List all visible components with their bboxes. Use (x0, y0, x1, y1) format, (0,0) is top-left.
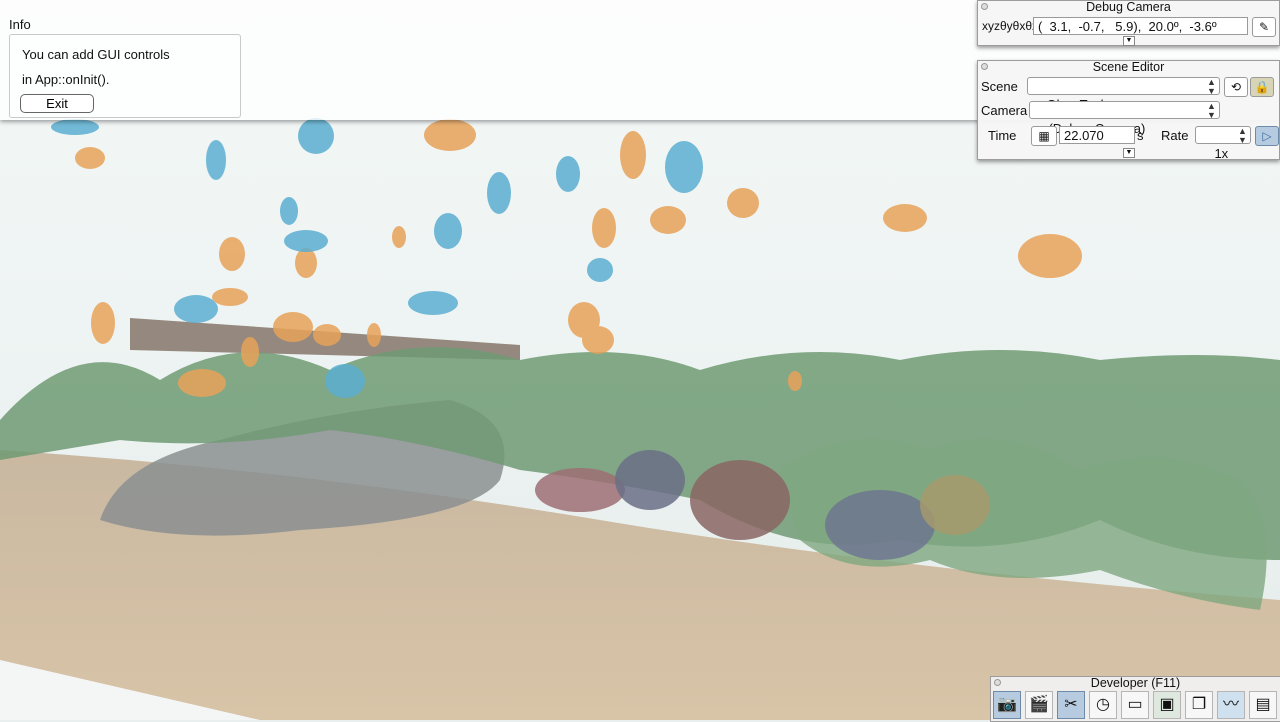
note-icon[interactable]: ▭ (1121, 691, 1149, 719)
clapper-icon[interactable]: ▦ (1031, 126, 1057, 146)
scene-editor-panel: Scene Editor Scene GlassTank ▲▼ ⟲ 🔒 Came… (977, 60, 1280, 161)
camera-label: Camera (981, 103, 1028, 118)
dropdown-arrow-icon: ▲ ▼ (1207, 77, 1216, 96)
tools-icon[interactable]: ✂ (1057, 691, 1085, 719)
info-box: You can add GUI controls in App::onInit(… (9, 34, 241, 118)
dropdown-arrow-icon: ▲ ▼ (1207, 101, 1216, 120)
clock-icon[interactable]: ◷ (1089, 691, 1117, 719)
info-text-line: You can add GUI controls (22, 47, 170, 62)
document-icon[interactable]: ▤ (1249, 691, 1277, 719)
xyz-label: xyzθyθxθz (982, 19, 1039, 33)
lock-icon[interactable]: 🔒 (1250, 77, 1274, 97)
profiler-icon[interactable]: 〰 (1217, 691, 1245, 719)
panel-title: Developer (F11) (1090, 676, 1181, 690)
panel-title: Scene Editor (1092, 60, 1165, 74)
camera-edit-icon[interactable]: ✎ (1252, 17, 1276, 37)
film-icon[interactable]: 🎬 (1025, 691, 1053, 719)
chevron-down-icon[interactable]: ▼ (1123, 36, 1135, 46)
window-icon[interactable]: ❐ (1185, 691, 1213, 719)
camera-icon[interactable]: 📷 (993, 691, 1021, 719)
panel-title: Debug Camera (1086, 0, 1171, 14)
rate-value: 1x (1214, 146, 1229, 161)
scene-dropdown[interactable]: GlassTank ▲▼ (1027, 77, 1220, 112)
rate-label: Rate (1161, 128, 1189, 143)
reload-icon[interactable]: ⟲ (1224, 77, 1248, 97)
info-text-line: in App::onInit(). (22, 72, 110, 87)
time-unit: s (1137, 128, 1144, 143)
rate-dropdown[interactable]: 1x ▲ ▼ (1195, 126, 1251, 161)
scene-label: Scene (981, 79, 1018, 94)
debug-camera-panel: Debug Camera xyzθyθxθz ( 3.1, -0.7, 5.9)… (977, 0, 1280, 46)
developer-toolbar: Developer (F11) 📷 🎬 ✂ ◷ ▭ ▣ ❐ 〰 ▤ (990, 676, 1280, 722)
console-icon[interactable]: ▣ (1153, 691, 1181, 719)
camera-coordinates-field[interactable]: ( 3.1, -0.7, 5.9), 20.0º, -3.6º (1033, 17, 1248, 35)
play-icon[interactable]: ▷ (1255, 126, 1279, 146)
time-field[interactable]: 22.070 (1059, 126, 1135, 144)
time-label: Time (988, 128, 1017, 143)
exit-button[interactable]: Exit (20, 94, 94, 113)
dropdown-arrow-icon: ▲ ▼ (1238, 126, 1247, 145)
camera-dropdown[interactable]: (Debug Camera) ▲▼ (1029, 101, 1220, 136)
info-title: Info (9, 17, 31, 32)
chevron-down-icon[interactable]: ▼ (1123, 148, 1135, 158)
